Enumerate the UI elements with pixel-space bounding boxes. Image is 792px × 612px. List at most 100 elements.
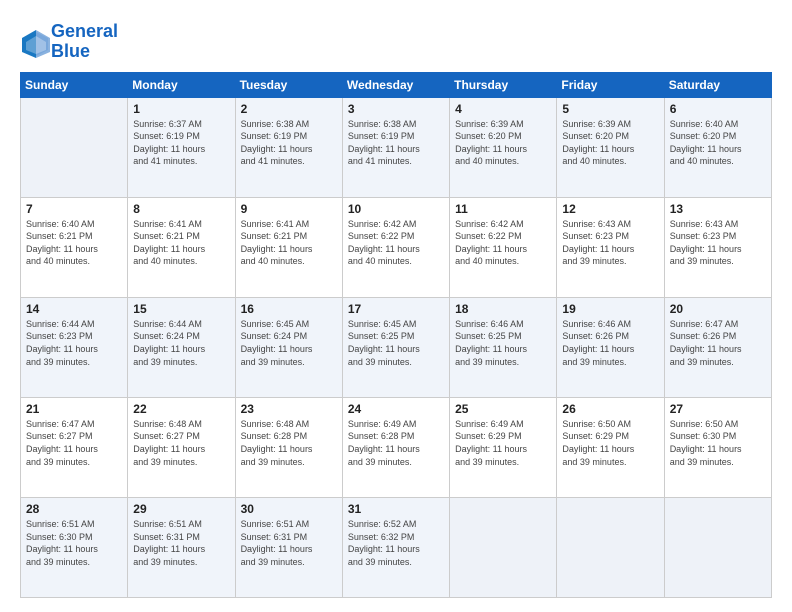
day-number: 20 xyxy=(670,302,766,316)
day-number: 9 xyxy=(241,202,337,216)
day-info: Sunrise: 6:47 AM Sunset: 6:27 PM Dayligh… xyxy=(26,418,122,468)
weekday-header-friday: Friday xyxy=(557,72,664,97)
day-number: 6 xyxy=(670,102,766,116)
day-info: Sunrise: 6:44 AM Sunset: 6:23 PM Dayligh… xyxy=(26,318,122,368)
day-number: 17 xyxy=(348,302,444,316)
day-info: Sunrise: 6:51 AM Sunset: 6:30 PM Dayligh… xyxy=(26,518,122,568)
weekday-header-wednesday: Wednesday xyxy=(342,72,449,97)
week-row-3: 14 Sunrise: 6:44 AM Sunset: 6:23 PM Dayli… xyxy=(21,297,772,397)
day-info: Sunrise: 6:45 AM Sunset: 6:25 PM Dayligh… xyxy=(348,318,444,368)
calendar-cell: 21Sunrise: 6:47 AM Sunset: 6:27 PM Dayli… xyxy=(21,397,128,497)
day-info: Sunrise: 6:46 AM Sunset: 6:25 PM Dayligh… xyxy=(455,318,551,368)
day-number: 26 xyxy=(562,402,658,416)
calendar-cell: 29Sunrise: 6:51 AM Sunset: 6:31 PM Dayli… xyxy=(128,497,235,597)
day-info: Sunrise: 6:49 AM Sunset: 6:28 PM Dayligh… xyxy=(348,418,444,468)
day-number: 5 xyxy=(562,102,658,116)
day-number: 12 xyxy=(562,202,658,216)
day-number: 24 xyxy=(348,402,444,416)
day-number: 30 xyxy=(241,502,337,516)
calendar-cell xyxy=(450,497,557,597)
day-number: 4 xyxy=(455,102,551,116)
day-info: Sunrise: 6:50 AM Sunset: 6:30 PM Dayligh… xyxy=(670,418,766,468)
day-info: Sunrise: 6:49 AM Sunset: 6:29 PM Dayligh… xyxy=(455,418,551,468)
day-info: Sunrise: 6:42 AM Sunset: 6:22 PM Dayligh… xyxy=(348,218,444,268)
day-number: 27 xyxy=(670,402,766,416)
calendar-cell: 30 Sunrise: 6:51 AM Sunset: 6:31 PM Dayli… xyxy=(235,497,342,597)
day-info: Sunrise: 6:40 AM Sunset: 6:20 PM Dayligh… xyxy=(670,118,766,168)
logo-icon xyxy=(20,28,48,56)
calendar-cell: 26 Sunrise: 6:50 AM Sunset: 6:29 PM Dayli… xyxy=(557,397,664,497)
calendar-cell: 22 Sunrise: 6:48 AM Sunset: 6:27 PM Dayli… xyxy=(128,397,235,497)
day-info: Sunrise: 6:39 AM Sunset: 6:20 PM Dayligh… xyxy=(562,118,658,168)
calendar-cell: 24 Sunrise: 6:49 AM Sunset: 6:28 PM Dayli… xyxy=(342,397,449,497)
day-info: Sunrise: 6:47 AM Sunset: 6:26 PM Dayligh… xyxy=(670,318,766,368)
day-number: 22 xyxy=(133,402,229,416)
calendar-cell: 13Sunrise: 6:43 AM Sunset: 6:23 PM Dayli… xyxy=(664,197,771,297)
day-number: 31 xyxy=(348,502,444,516)
weekday-header-thursday: Thursday xyxy=(450,72,557,97)
logo-text: General Blue xyxy=(51,22,118,62)
calendar-cell: 11Sunrise: 6:42 AM Sunset: 6:22 PM Dayli… xyxy=(450,197,557,297)
day-number: 7 xyxy=(26,202,122,216)
day-info: Sunrise: 6:48 AM Sunset: 6:28 PM Dayligh… xyxy=(241,418,337,468)
day-info: Sunrise: 6:41 AM Sunset: 6:21 PM Dayligh… xyxy=(133,218,229,268)
calendar-cell: 23 Sunrise: 6:48 AM Sunset: 6:28 PM Dayli… xyxy=(235,397,342,497)
calendar-cell: 19 Sunrise: 6:46 AM Sunset: 6:26 PM Dayli… xyxy=(557,297,664,397)
week-row-4: 21Sunrise: 6:47 AM Sunset: 6:27 PM Dayli… xyxy=(21,397,772,497)
logo: General Blue xyxy=(20,22,118,62)
calendar-cell xyxy=(664,497,771,597)
day-info: Sunrise: 6:46 AM Sunset: 6:26 PM Dayligh… xyxy=(562,318,658,368)
calendar-cell: 2 Sunrise: 6:38 AM Sunset: 6:19 PM Daylig… xyxy=(235,97,342,197)
calendar-cell: 8 Sunrise: 6:41 AM Sunset: 6:21 PM Daylig… xyxy=(128,197,235,297)
weekday-header-saturday: Saturday xyxy=(664,72,771,97)
calendar-cell: 31Sunrise: 6:52 AM Sunset: 6:32 PM Dayli… xyxy=(342,497,449,597)
day-number: 16 xyxy=(241,302,337,316)
calendar-cell xyxy=(21,97,128,197)
day-number: 25 xyxy=(455,402,551,416)
calendar-cell: 15 Sunrise: 6:44 AM Sunset: 6:24 PM Dayli… xyxy=(128,297,235,397)
calendar-cell xyxy=(557,497,664,597)
day-info: Sunrise: 6:51 AM Sunset: 6:31 PM Dayligh… xyxy=(241,518,337,568)
day-number: 1 xyxy=(133,102,229,116)
day-info: Sunrise: 6:43 AM Sunset: 6:23 PM Dayligh… xyxy=(562,218,658,268)
day-number: 18 xyxy=(455,302,551,316)
calendar-cell: 9 Sunrise: 6:41 AM Sunset: 6:21 PM Daylig… xyxy=(235,197,342,297)
calendar-cell: 20 Sunrise: 6:47 AM Sunset: 6:26 PM Dayli… xyxy=(664,297,771,397)
calendar-cell: 7 Sunrise: 6:40 AM Sunset: 6:21 PM Daylig… xyxy=(21,197,128,297)
day-info: Sunrise: 6:37 AM Sunset: 6:19 PM Dayligh… xyxy=(133,118,229,168)
calendar-cell: 18 Sunrise: 6:46 AM Sunset: 6:25 PM Dayli… xyxy=(450,297,557,397)
day-number: 15 xyxy=(133,302,229,316)
page: General Blue SundayMondayTuesdayWednesda… xyxy=(0,0,792,612)
calendar-cell: 3 Sunrise: 6:38 AM Sunset: 6:19 PM Daylig… xyxy=(342,97,449,197)
day-number: 23 xyxy=(241,402,337,416)
day-info: Sunrise: 6:41 AM Sunset: 6:21 PM Dayligh… xyxy=(241,218,337,268)
calendar-cell: 25 Sunrise: 6:49 AM Sunset: 6:29 PM Dayli… xyxy=(450,397,557,497)
calendar-cell: 5 Sunrise: 6:39 AM Sunset: 6:20 PM Daylig… xyxy=(557,97,664,197)
calendar-cell: 6 Sunrise: 6:40 AM Sunset: 6:20 PM Daylig… xyxy=(664,97,771,197)
week-row-1: 1 Sunrise: 6:37 AM Sunset: 6:19 PM Daylig… xyxy=(21,97,772,197)
day-info: Sunrise: 6:39 AM Sunset: 6:20 PM Dayligh… xyxy=(455,118,551,168)
day-number: 2 xyxy=(241,102,337,116)
day-info: Sunrise: 6:38 AM Sunset: 6:19 PM Dayligh… xyxy=(348,118,444,168)
day-info: Sunrise: 6:38 AM Sunset: 6:19 PM Dayligh… xyxy=(241,118,337,168)
weekday-header-sunday: Sunday xyxy=(21,72,128,97)
calendar-cell: 17 Sunrise: 6:45 AM Sunset: 6:25 PM Dayli… xyxy=(342,297,449,397)
day-info: Sunrise: 6:44 AM Sunset: 6:24 PM Dayligh… xyxy=(133,318,229,368)
day-number: 8 xyxy=(133,202,229,216)
day-number: 3 xyxy=(348,102,444,116)
day-number: 13 xyxy=(670,202,766,216)
day-number: 19 xyxy=(562,302,658,316)
weekday-header-row: SundayMondayTuesdayWednesdayThursdayFrid… xyxy=(21,72,772,97)
calendar-cell: 4 Sunrise: 6:39 AM Sunset: 6:20 PM Daylig… xyxy=(450,97,557,197)
weekday-header-monday: Monday xyxy=(128,72,235,97)
day-info: Sunrise: 6:50 AM Sunset: 6:29 PM Dayligh… xyxy=(562,418,658,468)
day-number: 14 xyxy=(26,302,122,316)
day-info: Sunrise: 6:48 AM Sunset: 6:27 PM Dayligh… xyxy=(133,418,229,468)
day-info: Sunrise: 6:40 AM Sunset: 6:21 PM Dayligh… xyxy=(26,218,122,268)
calendar-cell: 16Sunrise: 6:45 AM Sunset: 6:24 PM Dayli… xyxy=(235,297,342,397)
calendar-cell: 14 Sunrise: 6:44 AM Sunset: 6:23 PM Dayli… xyxy=(21,297,128,397)
header: General Blue xyxy=(20,18,772,62)
calendar-cell: 27 Sunrise: 6:50 AM Sunset: 6:30 PM Dayli… xyxy=(664,397,771,497)
calendar-table: SundayMondayTuesdayWednesdayThursdayFrid… xyxy=(20,72,772,598)
calendar-cell: 10Sunrise: 6:42 AM Sunset: 6:22 PM Dayli… xyxy=(342,197,449,297)
